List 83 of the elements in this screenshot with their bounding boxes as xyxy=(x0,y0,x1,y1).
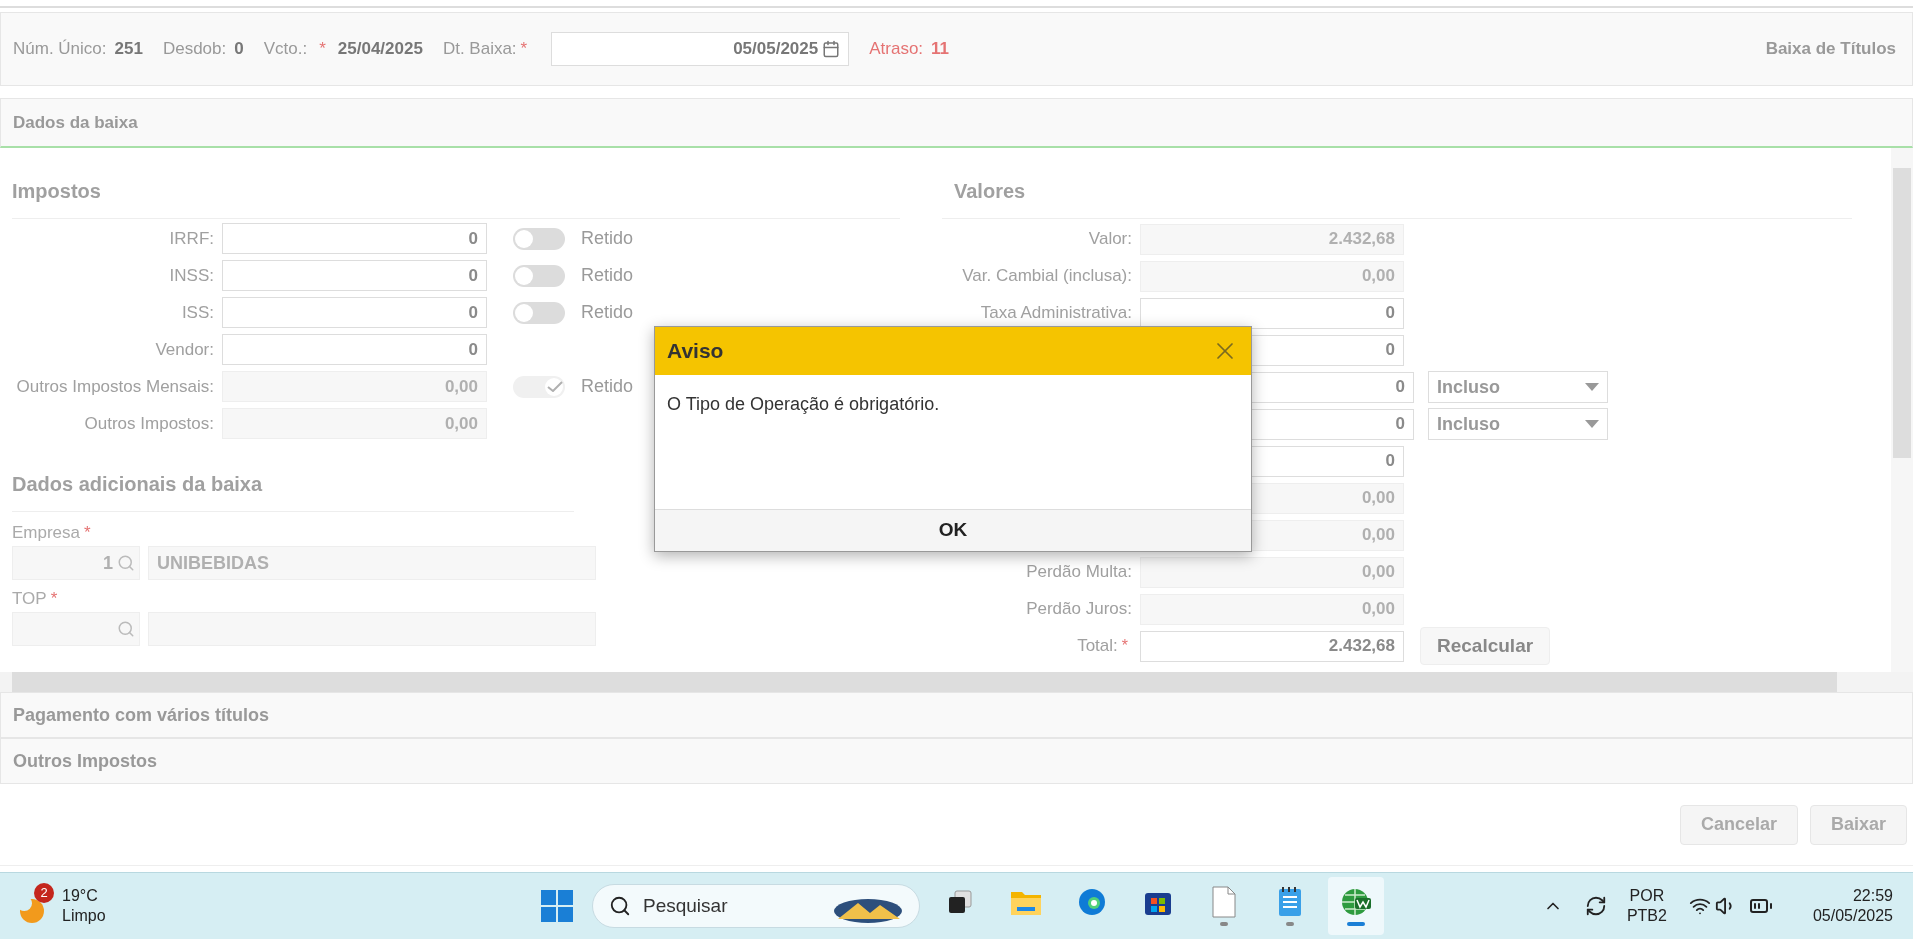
search-icon xyxy=(609,895,631,917)
name-field[interactable]: UNIBEBIDAS xyxy=(148,546,596,580)
toggle-switch[interactable] xyxy=(513,301,565,324)
field-label: Taxa Administrativa: xyxy=(980,302,1132,325)
dropdown[interactable]: Incluso xyxy=(1428,371,1608,403)
date-field[interactable]: 05/05/2025 xyxy=(551,32,850,66)
field-value: 251 xyxy=(114,38,143,61)
field-label: IRRF: xyxy=(168,227,215,250)
start-icon[interactable] xyxy=(540,889,574,923)
input-field[interactable]: 0 xyxy=(222,260,487,291)
field-label: Empresa xyxy=(12,522,81,545)
dropdown[interactable]: Incluso xyxy=(1428,408,1608,440)
required-asterisk: * xyxy=(84,522,91,545)
input-field[interactable]: 2.432,68 xyxy=(1140,630,1404,662)
field-label: Perdão Multa: xyxy=(1026,561,1132,584)
toggle-label: Retido xyxy=(581,375,634,398)
toggle-label: Retido xyxy=(581,264,634,287)
required-asterisk: * xyxy=(319,38,326,61)
field-label: Outros Impostos: xyxy=(83,412,215,435)
ok-button[interactable]: OK xyxy=(655,509,1251,551)
delay-label: Atraso: xyxy=(869,38,924,61)
horizontal-scrollbar[interactable] xyxy=(0,672,1913,692)
page-title: Baixa de Títulos xyxy=(1765,38,1896,61)
caret-icon xyxy=(1585,420,1599,428)
field-label: TOP xyxy=(12,588,47,611)
required-asterisk: * xyxy=(1121,636,1128,656)
field-label: Desdob: xyxy=(162,38,227,61)
search-icon xyxy=(117,620,135,638)
toggle-switch[interactable] xyxy=(513,264,565,287)
field-label: ISS: xyxy=(180,301,215,324)
field-label: Vcto.: xyxy=(263,38,308,61)
code-field[interactable] xyxy=(12,612,140,646)
input-field[interactable]: 0 xyxy=(1140,297,1404,329)
collapsed-section[interactable]: Pagamento com vários títulos xyxy=(0,692,1913,738)
section-title: Impostos xyxy=(12,176,900,219)
caret-icon xyxy=(1585,383,1599,391)
collapsed-section[interactable]: Outros Impostos xyxy=(0,738,1913,784)
weather-condition: Limpo xyxy=(62,906,106,926)
input-field[interactable]: 0 xyxy=(222,334,487,365)
dialog-title: Aviso xyxy=(667,338,724,365)
document-icon xyxy=(1211,886,1237,918)
moon-icon xyxy=(20,899,44,923)
field-label: Vendor: xyxy=(154,338,215,361)
field-value: 0 xyxy=(234,38,244,61)
field-label: Núm. Único: xyxy=(13,38,107,61)
recalcular-button[interactable]: Recalcular xyxy=(1420,627,1551,665)
field-value: 25/04/2025 xyxy=(337,38,423,61)
checkmark-icon xyxy=(547,381,563,392)
vertical-scrollbar[interactable] xyxy=(1891,148,1913,672)
toggle-label: Retido xyxy=(581,301,634,324)
clock-date[interactable]: 05/05/2025 xyxy=(1812,906,1893,926)
clock-time[interactable]: 22:59 xyxy=(1852,886,1893,906)
globe-icon xyxy=(1339,886,1373,918)
section-header: Dados da baixa xyxy=(0,98,1913,148)
calendar-icon xyxy=(822,40,841,58)
required-asterisk: * xyxy=(50,588,58,611)
field-label: Var. Cambial (inclusa): xyxy=(962,265,1132,288)
field-label: Total: xyxy=(1077,635,1118,658)
field-label: Dt. Baixa: xyxy=(442,38,517,61)
keyboard-layout[interactable]: PTB2 xyxy=(1626,906,1667,926)
toggle-label: Retido xyxy=(581,227,634,250)
input-field[interactable]: 0 xyxy=(222,297,487,328)
input-field[interactable]: 0 xyxy=(222,223,487,254)
section-title: Dados adicionais da baixa xyxy=(12,469,574,512)
field-label: Perdão Juros: xyxy=(1026,598,1132,621)
weather-temperature: 19°C xyxy=(62,886,99,906)
browser-icon xyxy=(1077,887,1107,917)
field-label: Valor: xyxy=(1088,228,1132,251)
notepad-icon xyxy=(1276,886,1304,918)
notification-badge: 2 xyxy=(34,883,54,903)
taskbar-app[interactable] xyxy=(1328,877,1384,935)
section-title: Valores xyxy=(942,176,1852,219)
field-label: Outros Impostos Mensais: xyxy=(15,375,215,398)
delay-value: 11 xyxy=(931,38,950,61)
toggle-switch[interactable] xyxy=(513,227,565,250)
field-label: INSS: xyxy=(168,264,215,287)
code-field[interactable]: 1 xyxy=(12,546,140,580)
required-asterisk: * xyxy=(520,38,528,61)
language-indicator[interactable]: POR xyxy=(1629,886,1665,906)
dialog-message: O Tipo de Operação é obrigatório. xyxy=(666,393,941,416)
search-icon xyxy=(117,554,135,572)
sync-icon[interactable] xyxy=(1584,895,1607,917)
search-field[interactable]: Pesquisar xyxy=(592,884,920,928)
